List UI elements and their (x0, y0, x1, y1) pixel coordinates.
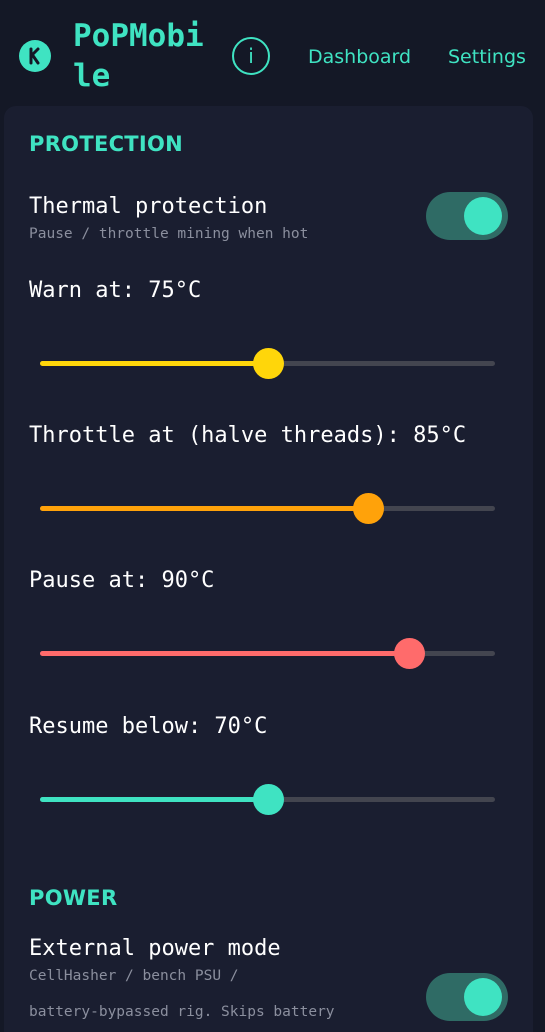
resume-below-slider[interactable] (40, 784, 495, 816)
toggle-knob (464, 978, 502, 1016)
nav-settings-link[interactable]: Settings (448, 44, 526, 70)
external-power-toggle[interactable] (426, 973, 508, 1021)
protection-heading: PROTECTION (29, 132, 184, 156)
toggle-knob (464, 197, 502, 235)
thermal-protection-title: Thermal protection (29, 194, 268, 219)
slider-thumb[interactable] (393, 638, 425, 669)
app-title: PoPMobile (73, 18, 204, 94)
throttle-at-label: Throttle at (halve threads): 85°C (29, 423, 467, 448)
external-power-subtitle-line1: CellHasher / bench PSU / (29, 968, 239, 984)
pause-at-label: Pause at: 90°C (29, 568, 215, 593)
app-logo-icon[interactable] (19, 40, 51, 72)
warn-at-label: Warn at: 75°C (29, 278, 202, 303)
external-power-title: External power mode (29, 936, 281, 961)
slider-thumb[interactable] (252, 784, 284, 815)
thermal-protection-subtitle: Pause / throttle mining when hot (29, 226, 309, 242)
app-header: PoPMobile i Dashboard Settings (0, 0, 545, 108)
slider-thumb[interactable] (252, 348, 284, 379)
slider-fill (40, 506, 368, 511)
power-heading: POWER (29, 886, 118, 910)
slider-fill (40, 651, 409, 656)
throttle-at-slider[interactable] (40, 493, 495, 525)
thermal-protection-toggle[interactable] (426, 192, 508, 240)
resume-below-label: Resume below: 70°C (29, 714, 268, 739)
k-logo-icon (29, 47, 40, 65)
external-power-subtitle-line2: battery-bypassed rig. Skips battery (29, 1004, 335, 1020)
slider-fill (40, 361, 268, 366)
pause-at-slider[interactable] (40, 638, 495, 670)
warn-at-slider[interactable] (40, 348, 495, 380)
slider-fill (40, 797, 268, 802)
slider-thumb[interactable] (352, 493, 384, 524)
nav-dashboard-link[interactable]: Dashboard (308, 44, 411, 70)
info-button[interactable]: i (232, 37, 270, 75)
